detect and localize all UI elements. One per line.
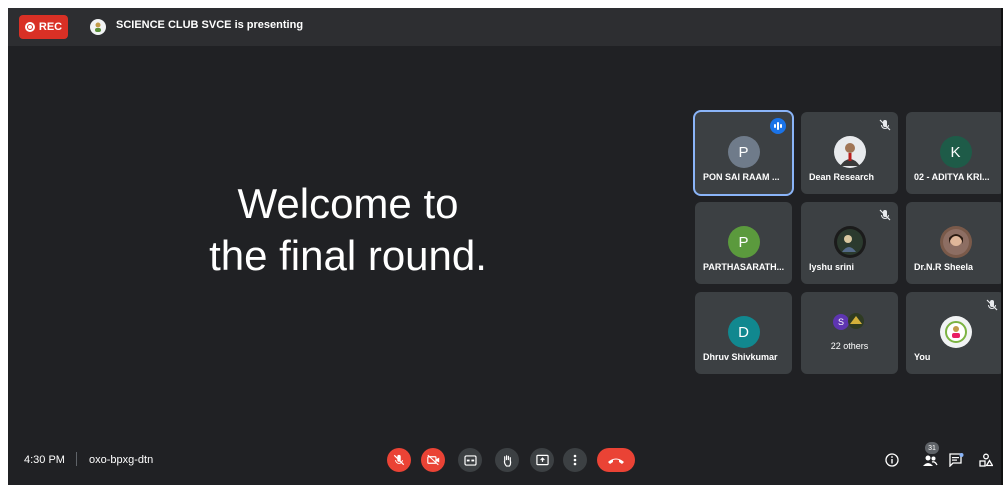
presenter-avatar: [90, 19, 106, 35]
recording-label: REC: [38, 21, 63, 33]
participant-tile[interactable]: P PARTHASARATH...: [695, 202, 792, 284]
avatar-image: [847, 312, 865, 330]
participant-name: Dhruv Shivkumar: [703, 352, 778, 362]
chat-icon: [948, 453, 963, 467]
participant-tile[interactable]: Dean Research: [801, 112, 898, 194]
present-screen-button[interactable]: [530, 448, 554, 472]
meet-window: REC SCIENCE CLUB SVCE is presenting Welc…: [8, 8, 1003, 485]
activities-button[interactable]: [976, 450, 996, 470]
avatar: D: [727, 316, 760, 348]
presenting-status: SCIENCE CLUB SVCE is presenting: [116, 19, 304, 31]
record-icon: [24, 22, 35, 32]
meeting-code: oxo-bpxg-dtn: [89, 454, 154, 466]
present-icon: [535, 454, 549, 466]
chat-button[interactable]: [946, 450, 966, 470]
participant-name: Iyshu srini: [809, 262, 855, 272]
recording-badge[interactable]: REC: [19, 15, 68, 39]
self-tile[interactable]: You: [906, 292, 1003, 374]
participant-tile[interactable]: Iyshu srini: [801, 202, 898, 284]
mic-toggle-button[interactable]: [387, 448, 411, 472]
participant-tile[interactable]: K 02 - ADITYA KRI...: [906, 112, 1003, 194]
participant-name: Dr.N.R Sheela: [914, 262, 974, 272]
avatar: [939, 226, 972, 258]
mic-off-icon: [393, 454, 405, 466]
mic-off-icon: [879, 209, 891, 221]
camera-toggle-button[interactable]: [421, 448, 445, 472]
participant-name: PARTHASARATH...: [703, 262, 785, 272]
avatar: [833, 136, 866, 168]
people-icon: [923, 455, 938, 466]
participant-tile[interactable]: P PON SAI RAAM ...: [695, 112, 792, 194]
meeting-details-button[interactable]: [882, 450, 902, 470]
participant-tile[interactable]: Dr.N.R Sheela: [906, 202, 1003, 284]
raise-hand-button[interactable]: [495, 448, 519, 472]
bottom-bar: 4:30 PM oxo-bpxg-dtn 31: [8, 432, 1003, 485]
participant-name: PON SAI RAAM ...: [703, 172, 780, 182]
avatar: P: [727, 226, 760, 258]
avatar: K: [939, 136, 972, 168]
more-vert-icon: [573, 454, 577, 466]
slide-line-2: the final round.: [209, 232, 487, 279]
participant-name: Dean Research: [809, 172, 875, 182]
mic-off-icon: [879, 119, 891, 131]
activities-icon: [979, 453, 993, 467]
meeting-time: 4:30 PM: [24, 454, 65, 466]
captions-button[interactable]: [458, 448, 482, 472]
hand-icon: [503, 454, 511, 467]
others-tile[interactable]: S 22 others: [801, 292, 898, 374]
mic-off-icon: [986, 299, 998, 311]
participant-name: 02 - ADITYA KRI...: [914, 172, 990, 182]
info-icon: [885, 453, 899, 467]
camera-off-icon: [426, 454, 439, 466]
leave-call-button[interactable]: [597, 448, 635, 472]
others-count: 22 others: [830, 341, 869, 351]
captions-icon: [463, 454, 477, 466]
people-button[interactable]: [920, 450, 940, 470]
avatar: [939, 316, 972, 348]
presentation-slide: Welcome to the final round.: [68, 178, 628, 282]
slide-line-1: Welcome to: [237, 180, 459, 227]
participant-tile[interactable]: D Dhruv Shivkumar: [695, 292, 792, 374]
top-bar: REC SCIENCE CLUB SVCE is presenting: [8, 8, 1003, 46]
avatar: P: [727, 136, 760, 168]
speaking-indicator-icon: [770, 118, 786, 134]
more-options-button[interactable]: [563, 448, 587, 472]
hangup-icon: [608, 458, 624, 464]
divider: [76, 452, 77, 466]
participant-name: You: [914, 352, 931, 362]
avatar: [833, 226, 866, 258]
